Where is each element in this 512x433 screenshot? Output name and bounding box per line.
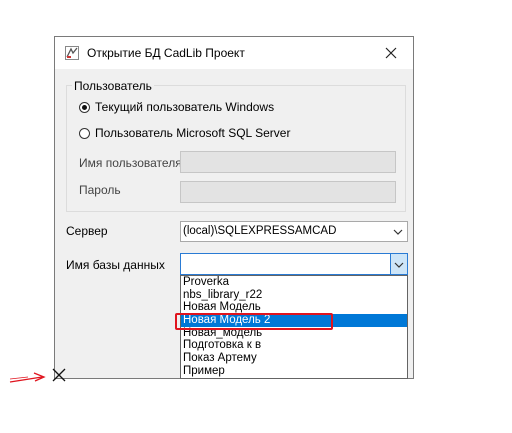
radio-button-unchecked[interactable] (79, 127, 90, 139)
server-combobox[interactable]: (local)\SQLEXPRESSAMCAD (180, 221, 408, 242)
radio-sql-label: Пользователь Microsoft SQL Server (95, 126, 291, 140)
chevron-down-icon (394, 262, 404, 268)
password-label: Пароль (79, 183, 121, 197)
list-item[interactable]: nbs_library_r22 (181, 289, 407, 302)
list-item[interactable]: Подготовка к в (181, 339, 407, 352)
annotation-arrow-icon (9, 372, 46, 383)
db-name-label: Имя базы данных (66, 258, 165, 272)
dialog-titlebar: Открытие БД CadLib Проект (55, 37, 413, 69)
chevron-down-icon[interactable] (393, 228, 403, 236)
radio-windows-label: Текущий пользователь Windows (95, 100, 275, 114)
dialog-close-button[interactable] (369, 37, 413, 68)
user-group-legend: Пользователь (72, 79, 154, 93)
annotation-highlight-box (175, 313, 333, 330)
list-item[interactable]: Proverka (181, 276, 407, 289)
server-value: (local)\SQLEXPRESSAMCAD (183, 225, 337, 237)
close-icon (385, 47, 397, 59)
password-input[interactable] (180, 181, 396, 203)
radio-windows-user[interactable]: Текущий пользователь Windows (79, 100, 274, 114)
dialog-title: Открытие БД CadLib Проект (87, 46, 245, 60)
server-label: Сервер (66, 224, 108, 238)
username-input[interactable] (180, 151, 396, 173)
username-label: Имя пользователя (79, 156, 182, 170)
db-dropdown-button[interactable] (390, 254, 407, 274)
list-item[interactable]: Пример (181, 365, 407, 378)
radio-button-checked[interactable] (79, 101, 90, 113)
cadlib-app-icon (65, 46, 79, 60)
radio-sql-user[interactable]: Пользователь Microsoft SQL Server (79, 126, 290, 140)
list-item[interactable]: Показ Артему (181, 352, 407, 365)
x-mark-icon (52, 368, 66, 382)
db-name-combobox[interactable] (180, 253, 408, 275)
